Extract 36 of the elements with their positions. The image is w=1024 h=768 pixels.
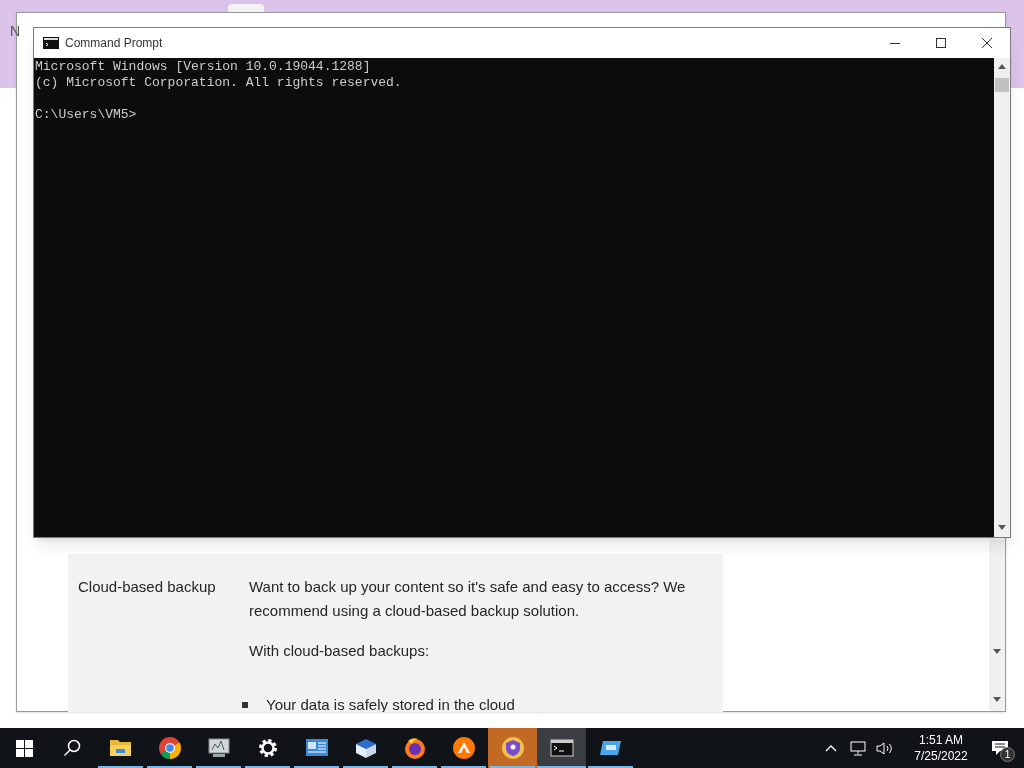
paragraph: With cloud-based backups: <box>249 641 431 661</box>
shield-icon <box>500 736 525 760</box>
scroll-down-icon[interactable] <box>998 525 1006 531</box>
scroll-down-icon[interactable] <box>993 649 1001 655</box>
window-title: Command Prompt <box>65 35 163 52</box>
scroll-up-icon[interactable] <box>998 64 1006 70</box>
console-line: Microsoft Windows [Version 10.0.19044.1288] <box>35 59 371 74</box>
monitor-icon <box>206 736 231 760</box>
maximize-icon <box>936 38 946 48</box>
notification-button[interactable]: 1 <box>976 728 1024 768</box>
browser-icon <box>157 736 182 760</box>
console-line: (c) Microsoft Corporation. All rights reserved. <box>35 75 402 90</box>
paragraph: Want to back up your content so it's safe and easy to access? We recommend using a cloud-based backup solution. <box>249 577 687 621</box>
taskbar-app[interactable] <box>537 728 586 768</box>
row-label: Cloud-based backup <box>78 578 216 595</box>
box-icon <box>353 736 378 760</box>
scrollbar[interactable] <box>994 58 1010 537</box>
close-icon <box>982 38 992 48</box>
bullet-icon <box>242 702 248 708</box>
windows-icon <box>15 739 33 757</box>
console-icon <box>549 736 574 760</box>
notification-badge: 1 <box>1000 747 1015 762</box>
console-icon <box>43 37 59 49</box>
console-area[interactable]: Microsoft Windows [Version 10.0.19044.1288] (c) Microsoft Corporation. All rights reserved. C:\Users\VM5> <box>34 58 994 537</box>
console-line: C:\Users\VM5> <box>35 107 137 122</box>
chevron-up-icon[interactable] <box>825 744 837 752</box>
search-icon <box>63 739 81 757</box>
clock[interactable]: 1:51 AM 7/25/2022 <box>906 732 976 764</box>
scroll-thumb[interactable] <box>995 78 1009 92</box>
scroll-down-icon[interactable] <box>993 697 1001 703</box>
scrollbar[interactable] <box>989 540 1005 711</box>
volume-icon[interactable] <box>876 740 893 756</box>
minimize-icon <box>890 42 900 44</box>
fox-icon <box>402 736 427 760</box>
network-icon[interactable] <box>850 740 866 756</box>
window-title: N <box>10 22 21 41</box>
